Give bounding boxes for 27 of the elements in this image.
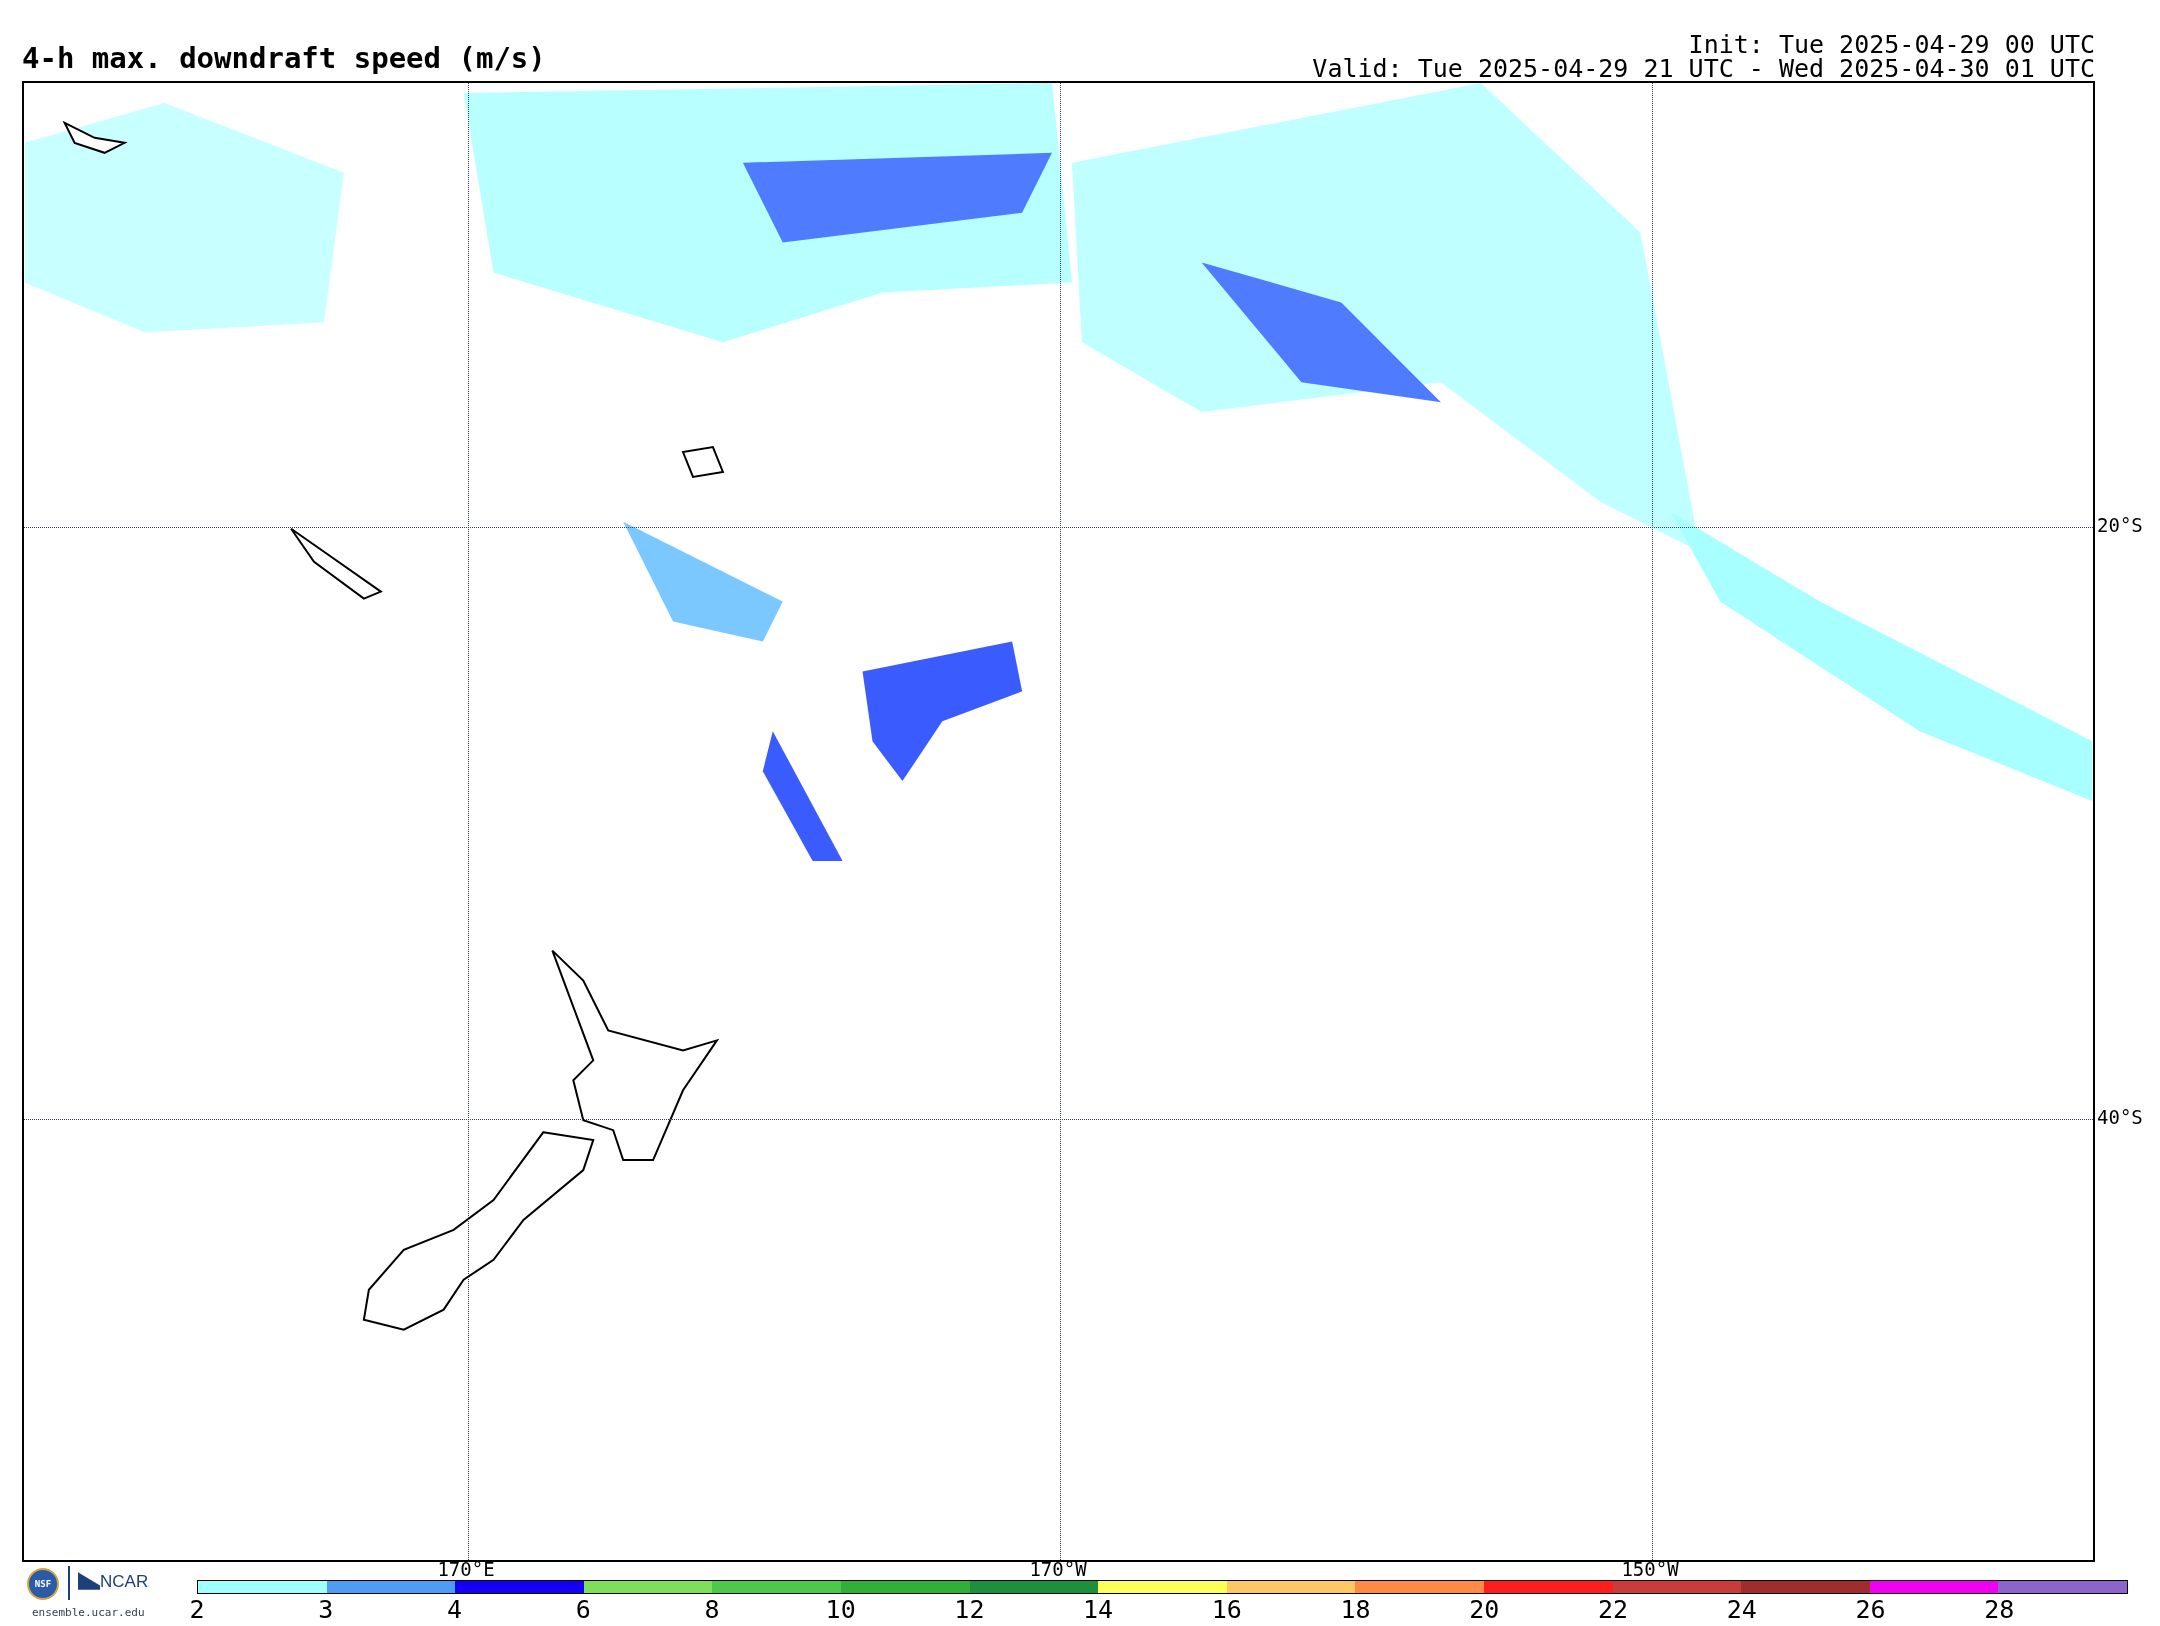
tick-label: 2 bbox=[189, 1597, 205, 1622]
tick-label: 12 bbox=[954, 1597, 985, 1622]
tick-label: 26 bbox=[1855, 1597, 1886, 1622]
tick-label: 24 bbox=[1726, 1597, 1757, 1622]
tick-label: 4 bbox=[446, 1597, 462, 1622]
valid-time: Valid: Tue 2025-04-29 21 UTC - Wed 2025-04-30 01 UTC bbox=[1312, 56, 2095, 81]
tick-label: 14 bbox=[1083, 1597, 1114, 1622]
chart-title: 4-h max. downdraft speed (m/s) bbox=[22, 44, 546, 73]
latitude-label: 40°S bbox=[2097, 1107, 2143, 1127]
init-time: Init: Tue 2025-04-29 00 UTC bbox=[1688, 32, 2095, 57]
tick-label: 18 bbox=[1340, 1597, 1371, 1622]
tick-label: 3 bbox=[318, 1597, 334, 1622]
longitude-label: 150°W bbox=[1621, 1560, 1679, 1579]
wedge-icon bbox=[78, 1572, 100, 1590]
tick-label: 10 bbox=[825, 1597, 856, 1622]
tick-label: 6 bbox=[575, 1597, 591, 1622]
tick-label: 8 bbox=[704, 1597, 720, 1622]
longitude-label: 170°E bbox=[437, 1560, 495, 1579]
site-url: ensemble.ucar.edu bbox=[32, 1607, 145, 1618]
tick-label: 28 bbox=[1984, 1597, 2015, 1622]
nsf-logo: NSF bbox=[27, 1568, 59, 1600]
logo-text: NCAR bbox=[100, 1572, 149, 1590]
tick-label: 20 bbox=[1469, 1597, 1500, 1622]
longitude-label: 170°W bbox=[1029, 1560, 1087, 1579]
tick-label: 22 bbox=[1598, 1597, 1629, 1622]
latitude-label: 20°S bbox=[2097, 515, 2143, 535]
tick-label: 16 bbox=[1211, 1597, 1242, 1622]
